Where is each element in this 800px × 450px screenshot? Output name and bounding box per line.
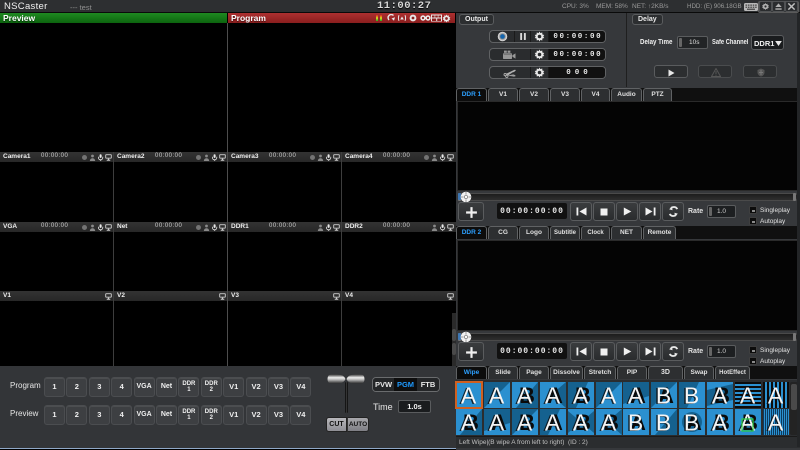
svg-text:A: A <box>461 410 477 436</box>
svg-text:A: A <box>768 410 784 436</box>
svg-text:A: A <box>600 383 616 409</box>
svg-text:A: A <box>461 383 477 409</box>
svg-text:A: A <box>517 410 533 436</box>
svg-text:A: A <box>489 410 505 436</box>
svg-text:A: A <box>517 383 533 409</box>
svg-text:A: A <box>572 383 588 409</box>
svg-text:A: A <box>712 410 728 436</box>
svg-text:A: A <box>628 383 644 409</box>
svg-text:B: B <box>656 410 671 436</box>
svg-text:B: B <box>628 410 643 436</box>
svg-text:A: A <box>489 383 505 409</box>
svg-text:A: A <box>740 383 756 409</box>
svg-text:B: B <box>684 383 699 409</box>
svg-text:A: A <box>545 383 561 409</box>
svg-text:A: A <box>572 410 588 436</box>
svg-text:B: B <box>684 410 699 436</box>
svg-text:A: A <box>600 410 616 436</box>
svg-text:A: A <box>768 383 784 409</box>
svg-text:A: A <box>712 383 728 409</box>
svg-text:A: A <box>545 410 561 436</box>
svg-text:B: B <box>656 383 671 409</box>
